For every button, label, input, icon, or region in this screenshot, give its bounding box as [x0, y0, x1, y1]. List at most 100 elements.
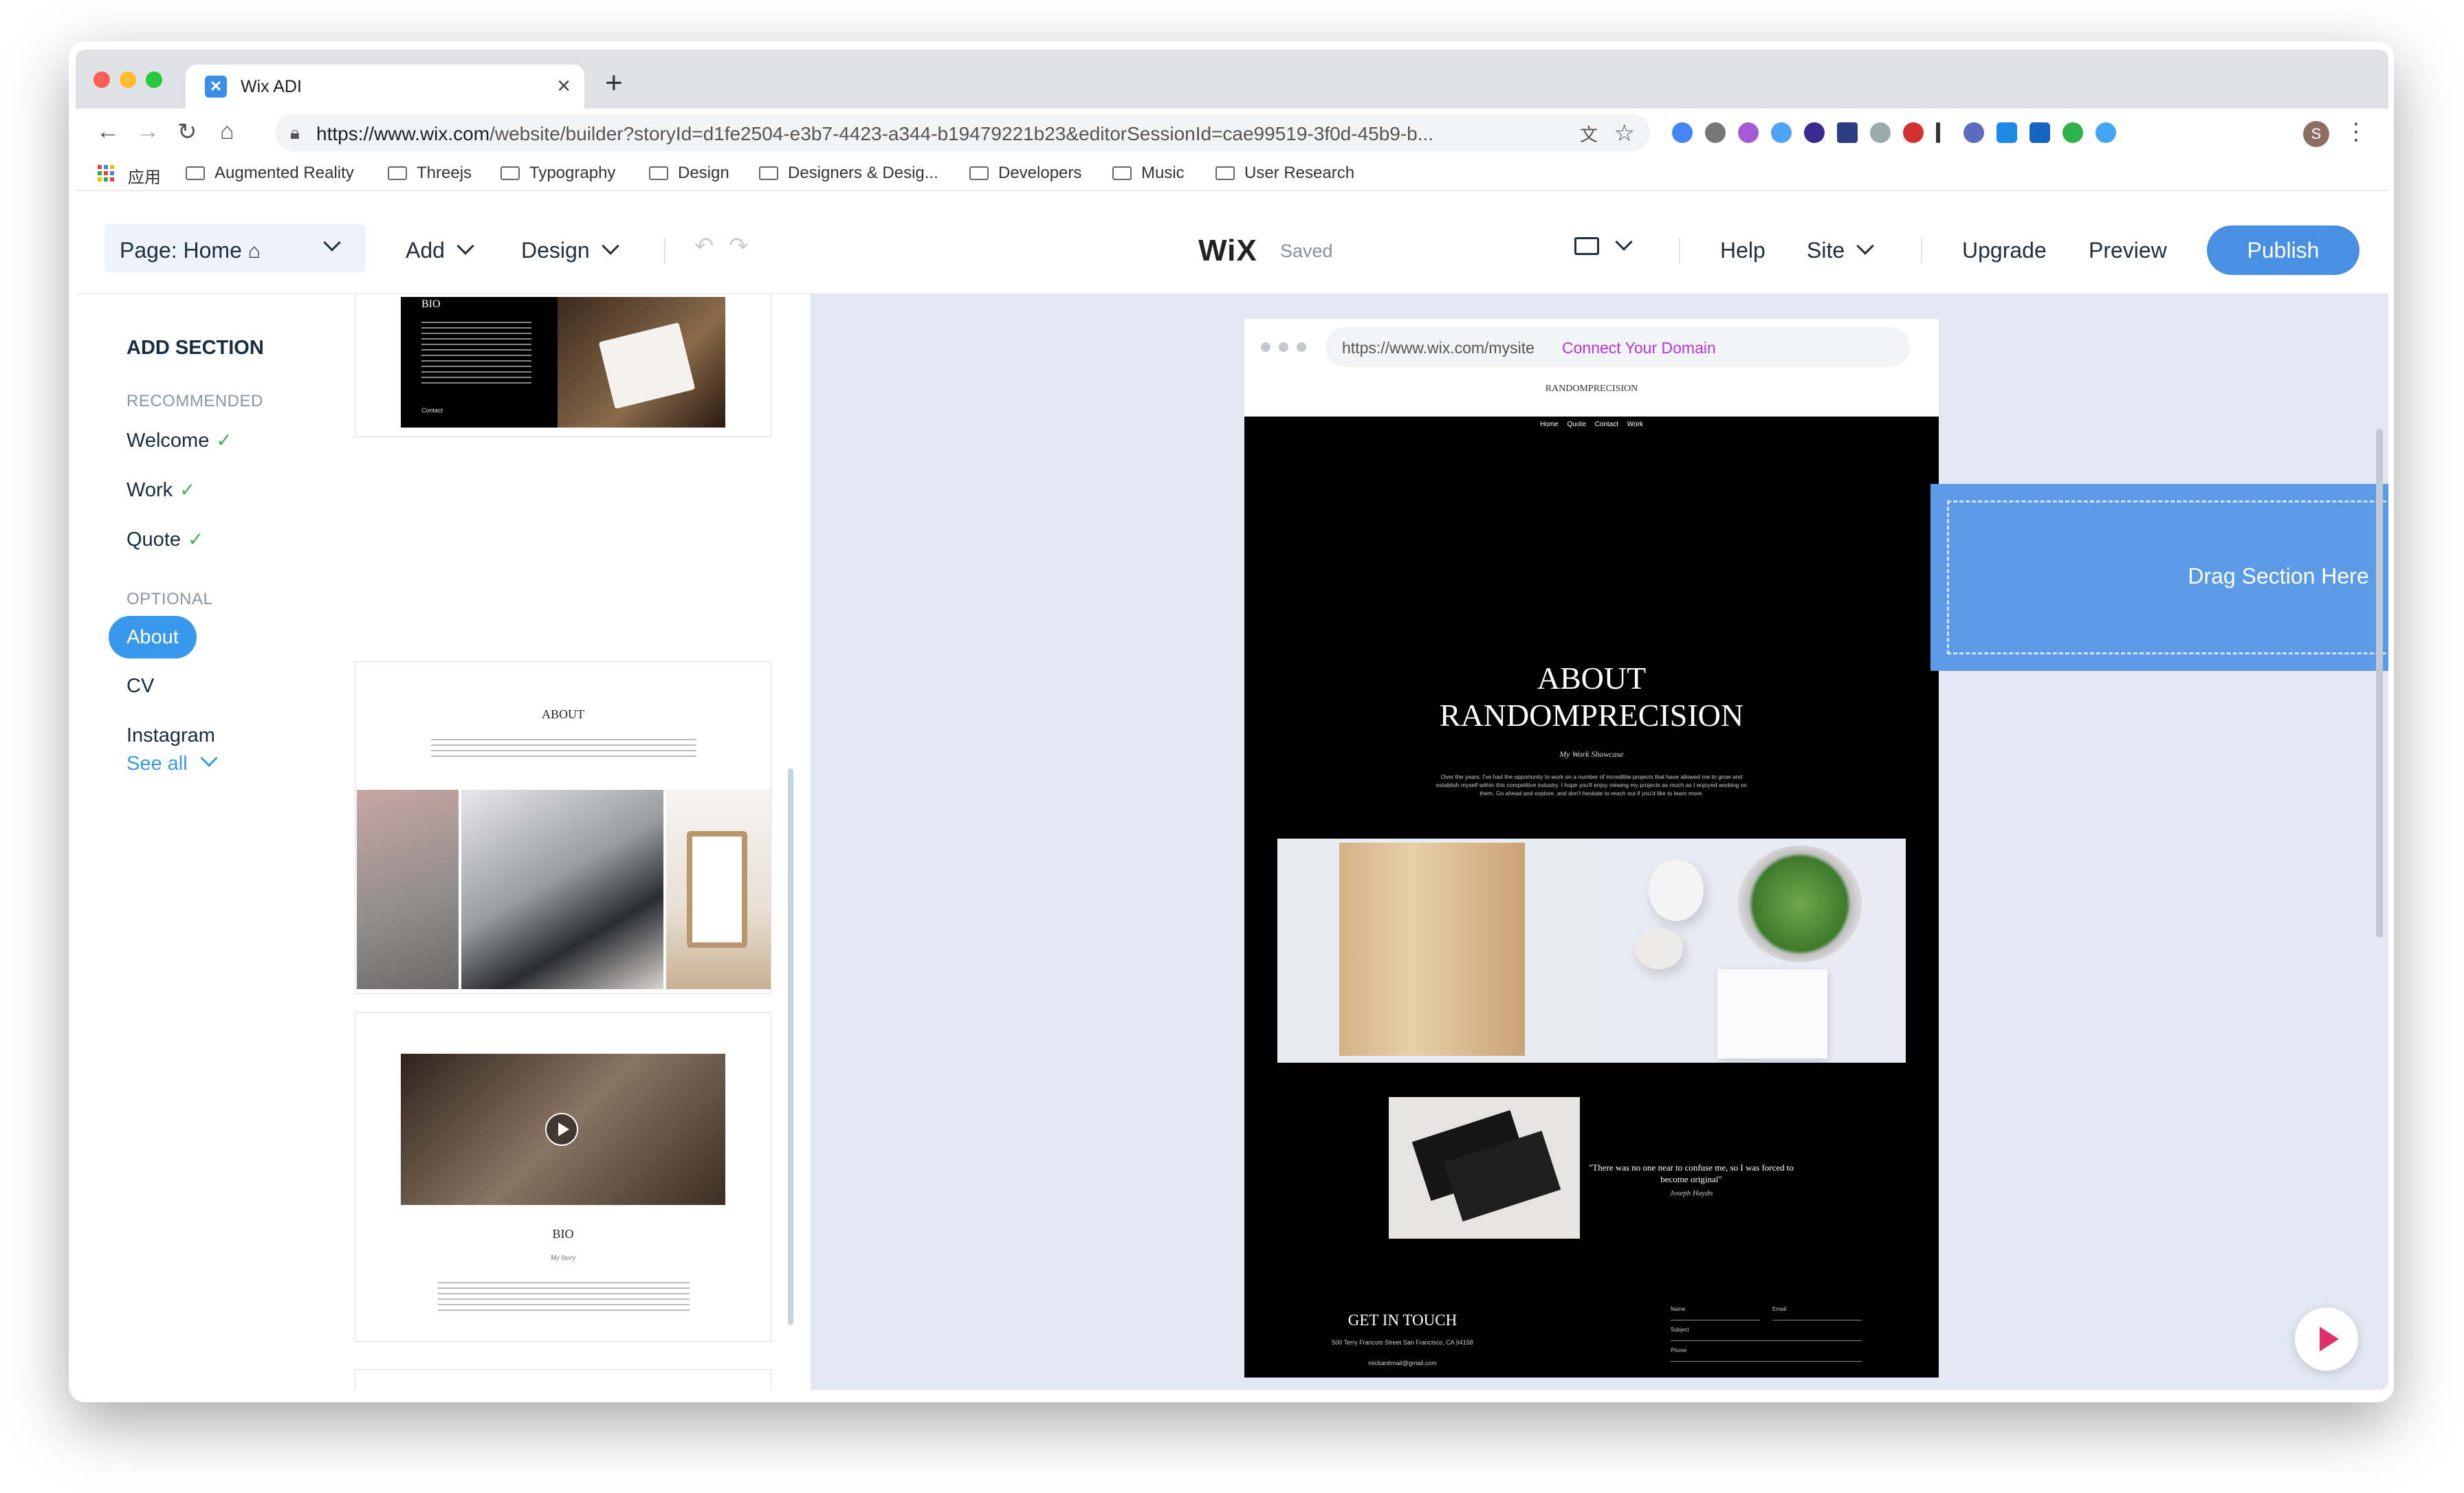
folder-icon	[500, 166, 520, 180]
bookmark-apps[interactable]: 应用	[128, 164, 161, 188]
category-work[interactable]: Work ✓	[126, 478, 196, 502]
bookmark-star-icon[interactable]: ☆	[1614, 120, 1635, 147]
contact-heading: GET IN TOUCH	[1348, 1312, 1458, 1329]
profile-avatar[interactable]: S	[2303, 121, 2329, 147]
about-image	[1277, 839, 1906, 1063]
bookmark-item[interactable]: Threejs	[388, 164, 472, 183]
extension-icon[interactable]	[2030, 122, 2050, 143]
drop-zone-label: Drag Section Here	[2188, 564, 2369, 588]
category-welcome[interactable]: Welcome ✓	[126, 429, 232, 452]
section-template-card[interactable]: ABOUT	[355, 661, 771, 994]
form-label-phone: Phone	[1671, 1347, 1687, 1353]
preview-browser-header: https://www.wix.com/mysite Connect Your …	[1244, 319, 1939, 371]
form-label-email: Email	[1772, 1306, 1787, 1312]
play-icon[interactable]	[545, 1113, 578, 1146]
category-cv[interactable]: CV	[126, 675, 154, 698]
home-icon[interactable]: ⌂	[220, 118, 234, 145]
card-heading: ABOUT	[542, 707, 584, 721]
wix-favicon-icon: ✕	[205, 76, 227, 98]
upgrade-button[interactable]: Upgrade	[1962, 238, 2047, 263]
browser-menu-icon[interactable]: ⋮	[2344, 118, 2368, 146]
site-header: RANDOMPRECISION Home Quote Contact Work	[1244, 371, 1939, 433]
bookmark-item[interactable]: Design	[649, 164, 729, 183]
category-about[interactable]: About	[109, 616, 197, 659]
extension-icon[interactable]	[1903, 122, 1924, 143]
chevron-down-icon	[1615, 233, 1633, 251]
extension-icon[interactable]	[1771, 122, 1792, 143]
quote-author: Joseph Haydn	[1669, 1189, 1713, 1197]
tab-strip: ✕ Wix ADI × +	[76, 49, 2388, 109]
help-menu[interactable]: Help	[1720, 238, 1766, 263]
publish-button[interactable]: Publish	[2207, 225, 2360, 275]
add-section-panel: ADD SECTION ? × RECOMMENDED Welcome✓ Wor…	[76, 294, 811, 1390]
bookmark-item[interactable]: User Research	[1216, 164, 1354, 183]
section-template-card[interactable]: BIO Contact	[355, 294, 771, 437]
canvas-scrollbar[interactable]	[2376, 429, 2383, 938]
browser-tab[interactable]: ✕ Wix ADI ×	[186, 65, 584, 109]
panel-title: ADD SECTION	[126, 337, 264, 359]
forward-arrow-icon[interactable]: →	[136, 118, 160, 145]
site-preview: https://www.wix.com/mysite Connect Your …	[1244, 319, 1939, 1378]
reload-icon[interactable]: ↻	[177, 118, 197, 146]
category-instagram[interactable]: Instagram	[126, 725, 215, 747]
stone-image	[1635, 928, 1683, 969]
site-menu[interactable]: Site	[1807, 237, 1874, 263]
play-tour-button[interactable]	[2295, 1307, 2358, 1371]
preview-button[interactable]: Preview	[2089, 238, 2167, 263]
card-image	[558, 297, 725, 428]
chevron-down-icon	[323, 234, 341, 252]
card-image	[666, 790, 771, 989]
close-window-button[interactable]	[94, 71, 110, 88]
extension-icon[interactable]	[2096, 122, 2116, 143]
bookmark-item[interactable]: Typography	[500, 164, 615, 183]
about-subtitle: My Work Showcase	[1559, 749, 1624, 759]
maximize-window-button[interactable]	[146, 71, 162, 88]
card-image	[461, 790, 663, 989]
extension-icon[interactable]	[1870, 122, 1891, 143]
extension-icon[interactable]	[1738, 122, 1759, 143]
page-selector[interactable]: Page: Home ⌂	[104, 224, 366, 272]
section-template-card[interactable]: BIO My Story	[355, 1012, 771, 1342]
extension-icon[interactable]	[1996, 122, 2017, 143]
extension-icon[interactable]	[1837, 122, 1858, 143]
contact-address: 500 Terry Francois Street San Francisco,…	[1332, 1339, 1473, 1346]
bookmark-item[interactable]: Designers & Desig...	[759, 164, 938, 183]
apps-grid-icon[interactable]	[98, 165, 114, 181]
extension-icon[interactable]	[1705, 122, 1726, 143]
connect-domain-link[interactable]: Connect Your Domain	[1562, 339, 1716, 357]
panel-scrollbar[interactable]	[788, 768, 793, 1325]
tab-close-icon[interactable]: ×	[557, 73, 571, 100]
address-bar[interactable]: 🔒︎ https://www.wix.com/website/builder?s…	[275, 114, 1650, 151]
extension-icon[interactable]	[1964, 122, 1984, 143]
minimize-window-button[interactable]	[120, 71, 136, 88]
folder-icon	[1112, 166, 1132, 180]
extension-icon[interactable]	[2062, 122, 2083, 143]
new-tab-button[interactable]: +	[605, 66, 623, 100]
extension-icon[interactable]	[1672, 122, 1693, 143]
device-toggle[interactable]	[1574, 233, 1633, 261]
extension-icon[interactable]	[1804, 122, 1825, 143]
subject-field[interactable]	[1671, 1340, 1862, 1341]
design-menu[interactable]: Design	[521, 237, 619, 263]
form-label-subject: Subject	[1671, 1327, 1689, 1333]
text-placeholder	[421, 318, 531, 386]
bookmark-item[interactable]: Developers	[969, 164, 1081, 183]
undo-icon[interactable]: ↶	[694, 232, 714, 260]
bookmark-item[interactable]: Music	[1112, 164, 1185, 183]
see-all-link[interactable]: See all	[126, 749, 218, 775]
redo-icon[interactable]: ↷	[729, 232, 749, 260]
add-menu[interactable]: Add	[406, 237, 474, 263]
chevron-down-icon	[456, 237, 474, 255]
translate-icon[interactable]: 文	[1580, 121, 1598, 146]
bookmark-item[interactable]: Augmented Reality	[186, 164, 354, 183]
browser-window: ✕ Wix ADI × + ← → ↻ ⌂ 🔒︎ https://www.wix…	[76, 49, 2388, 1390]
editor-top-bar: Page: Home ⌂ Add Design ↶ ↷ WiX Saved He…	[76, 205, 2388, 294]
chevron-down-icon	[200, 749, 218, 767]
extension-icon[interactable]	[1936, 122, 1940, 143]
drop-zone[interactable]: Drag Section Here	[1930, 484, 2388, 671]
section-template-card[interactable]	[355, 1369, 771, 1390]
preview-url-bar: https://www.wix.com/mysite Connect Your …	[1326, 327, 1910, 367]
back-arrow-icon[interactable]: ←	[96, 118, 120, 145]
category-quote[interactable]: Quote ✓	[126, 528, 204, 551]
phone-field[interactable]	[1671, 1361, 1862, 1362]
